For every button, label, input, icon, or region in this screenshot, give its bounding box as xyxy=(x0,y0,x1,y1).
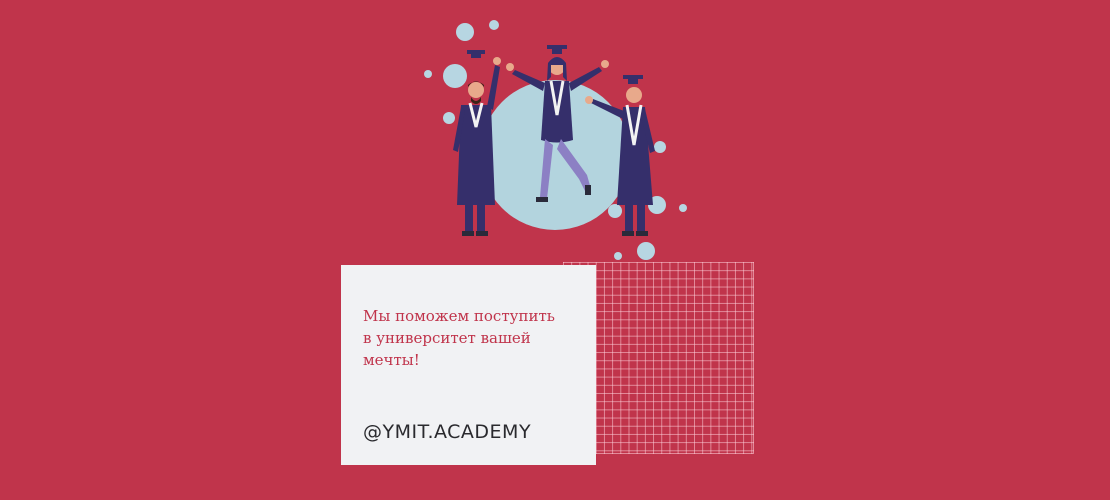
academy-handle: @YMIT.ACADEMY xyxy=(363,421,532,443)
promo-card: Мы поможем поступить в университет вашей… xyxy=(341,265,596,465)
promo-text: Мы поможем поступить в университет вашей… xyxy=(363,307,555,369)
graduates-illustration xyxy=(424,20,687,260)
